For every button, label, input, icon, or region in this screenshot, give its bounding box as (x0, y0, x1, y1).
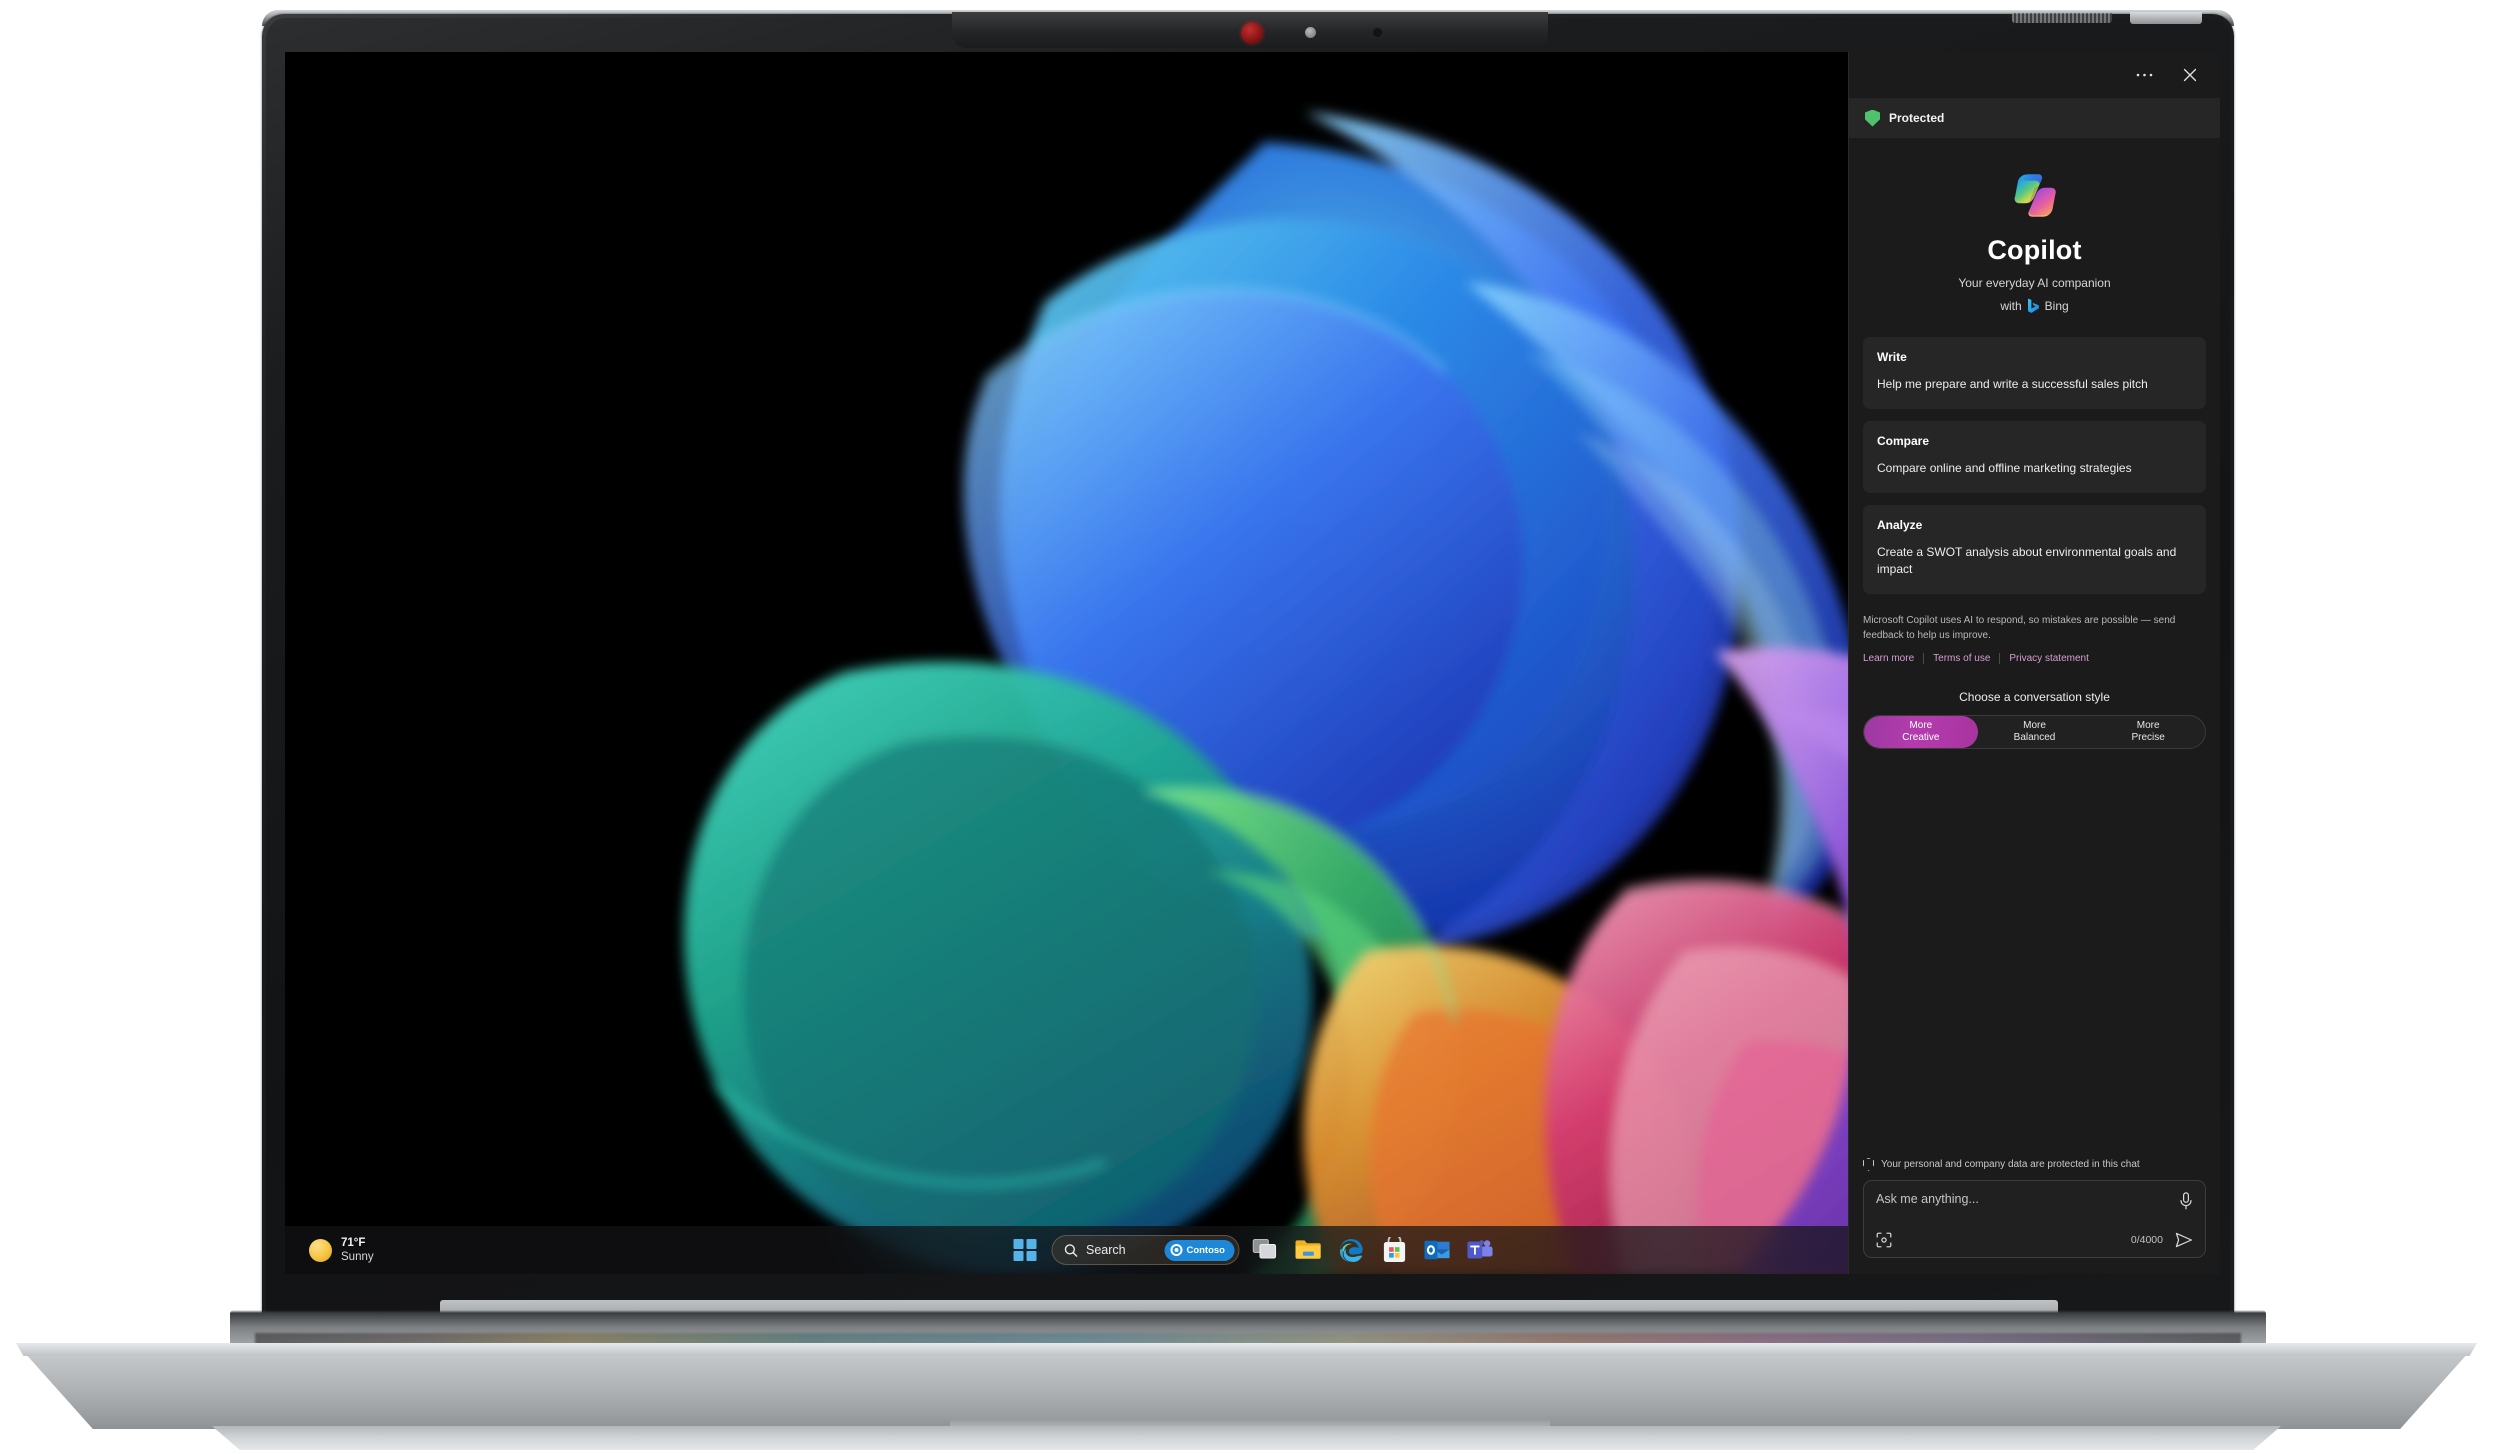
message-input-placeholder[interactable]: Ask me anything... (1876, 1192, 2179, 1206)
card-heading: Analyze (1877, 518, 2192, 532)
search-icon (1063, 1243, 1078, 1258)
store-icon (1382, 1237, 1406, 1263)
character-counter: 0/4000 (2131, 1234, 2163, 1246)
style-line1: More (2023, 720, 2046, 732)
edge-icon (1338, 1237, 1365, 1264)
suggestion-card-analyze[interactable]: Analyze Create a SWOT analysis about env… (1863, 505, 2206, 594)
card-heading: Write (1877, 350, 2192, 364)
style-option-more-precise[interactable]: More Precise (2091, 716, 2205, 748)
protected-label: Protected (1889, 111, 1944, 125)
style-line1: More (2137, 720, 2160, 732)
privacy-statement-link[interactable]: Privacy statement (2009, 653, 2088, 664)
notch-vent (2012, 13, 2112, 23)
teams-button[interactable] (1463, 1233, 1497, 1267)
link-divider (1999, 653, 2000, 664)
suggestion-card-write[interactable]: Write Help me prepare and write a succes… (1863, 337, 2206, 409)
privacy-note-text: Your personal and company data are prote… (1881, 1159, 2140, 1170)
conversation-style-label: Choose a conversation style (1863, 690, 2206, 704)
contoso-badge[interactable]: Contoso (1164, 1240, 1234, 1261)
suggestion-cards: Write Help me prepare and write a succes… (1863, 337, 2206, 594)
windows-logo-icon (1014, 1239, 1037, 1262)
file-explorer-button[interactable] (1291, 1233, 1325, 1267)
microphone-hole-icon (1373, 28, 1382, 37)
ai-disclaimer: Microsoft Copilot uses AI to respond, so… (1863, 613, 2206, 643)
style-line1: More (1909, 720, 1932, 732)
message-composer[interactable]: Ask me anything... (1863, 1180, 2206, 1258)
notch-tab (2130, 12, 2202, 24)
bing-logo-icon (2027, 298, 2040, 313)
outlook-button[interactable] (1420, 1233, 1454, 1267)
contoso-label: Contoso (1186, 1245, 1225, 1256)
laptop-screen: 71°F Sunny Search (285, 52, 2220, 1274)
card-body: Compare online and offline marketing str… (1877, 460, 2192, 477)
contoso-logo-icon (1170, 1244, 1182, 1256)
laptop-base-edge (6, 1343, 2487, 1356)
camera-ir-icon (1241, 22, 1263, 44)
weather-text: 71°F Sunny (341, 1236, 374, 1264)
edge-button[interactable] (1334, 1233, 1368, 1267)
shield-filled-icon (1865, 110, 1880, 127)
ellipsis-icon (2136, 72, 2153, 78)
laptop-foot (180, 1426, 2313, 1450)
visual-search-icon (1876, 1232, 1892, 1248)
copilot-with-bing: with Bing (1863, 298, 2206, 313)
start-button[interactable] (1008, 1233, 1042, 1267)
visual-search-button[interactable] (1876, 1232, 1892, 1248)
send-button[interactable] (2175, 1232, 2193, 1248)
light-sensor-icon (1305, 27, 1316, 38)
composer-top-row: Ask me anything... (1876, 1192, 2193, 1210)
outlook-icon (1424, 1238, 1451, 1262)
privacy-note: Your personal and company data are prote… (1863, 1142, 2206, 1180)
protected-banner: Protected (1849, 98, 2220, 138)
style-line2: Precise (2132, 732, 2165, 744)
sun-icon (309, 1239, 332, 1262)
learn-more-link[interactable]: Learn more (1863, 653, 1914, 664)
copilot-content: Copilot Your everyday AI companion with (1849, 138, 2220, 1142)
legal-links: Learn more Terms of use Privacy statemen… (1863, 653, 2206, 664)
copilot-footer: Your personal and company data are prote… (1849, 1142, 2220, 1274)
microphone-button[interactable] (2179, 1192, 2193, 1210)
composer-bottom-row: 0/4000 (1876, 1232, 2193, 1248)
close-icon (2183, 68, 2197, 82)
weather-widget[interactable]: 71°F Sunny (299, 1226, 384, 1274)
weather-condition: Sunny (341, 1250, 374, 1264)
search-placeholder: Search (1086, 1243, 1156, 1257)
style-option-more-creative[interactable]: More Creative (1864, 716, 1978, 748)
bing-label: Bing (2045, 299, 2069, 313)
conversation-style-group: More Creative More Balanced More Precise (1863, 715, 2206, 749)
with-prefix: with (2000, 299, 2021, 313)
send-icon (2175, 1232, 2193, 1248)
page-title: Copilot (1863, 235, 2206, 266)
copilot-titlebar (1849, 52, 2220, 98)
terms-of-use-link[interactable]: Terms of use (1933, 653, 1990, 664)
weather-temperature: 71°F (341, 1236, 374, 1250)
taskbar-center-group: Search Contoso (1008, 1226, 1497, 1274)
folder-icon (1294, 1238, 1322, 1262)
style-option-more-balanced[interactable]: More Balanced (1978, 716, 2092, 748)
card-heading: Compare (1877, 434, 2192, 448)
copilot-subtitle: Your everyday AI companion (1863, 276, 2206, 290)
shield-outline-icon (1863, 1158, 1874, 1171)
microsoft-store-button[interactable] (1377, 1233, 1411, 1267)
task-view-icon (1252, 1238, 1278, 1262)
style-line2: Creative (1902, 732, 1939, 744)
teams-icon (1467, 1238, 1494, 1262)
laptop-device: 71°F Sunny Search (0, 0, 2493, 1454)
task-view-button[interactable] (1248, 1233, 1282, 1267)
copilot-panel: Protected (1848, 52, 2220, 1274)
card-body: Help me prepare and write a successful s… (1877, 376, 2192, 393)
search-input[interactable]: Search Contoso (1051, 1235, 1239, 1265)
more-options-button[interactable] (2124, 59, 2164, 91)
style-line2: Balanced (2014, 732, 2056, 744)
copilot-logo-icon (2007, 168, 2063, 224)
link-divider (1923, 653, 1924, 664)
card-body: Create a SWOT analysis about environment… (1877, 544, 2192, 578)
microphone-icon (2179, 1192, 2193, 1210)
suggestion-card-compare[interactable]: Compare Compare online and offline marke… (1863, 421, 2206, 493)
copilot-branding: Copilot Your everyday AI companion with (1863, 138, 2206, 313)
close-button[interactable] (2170, 59, 2210, 91)
